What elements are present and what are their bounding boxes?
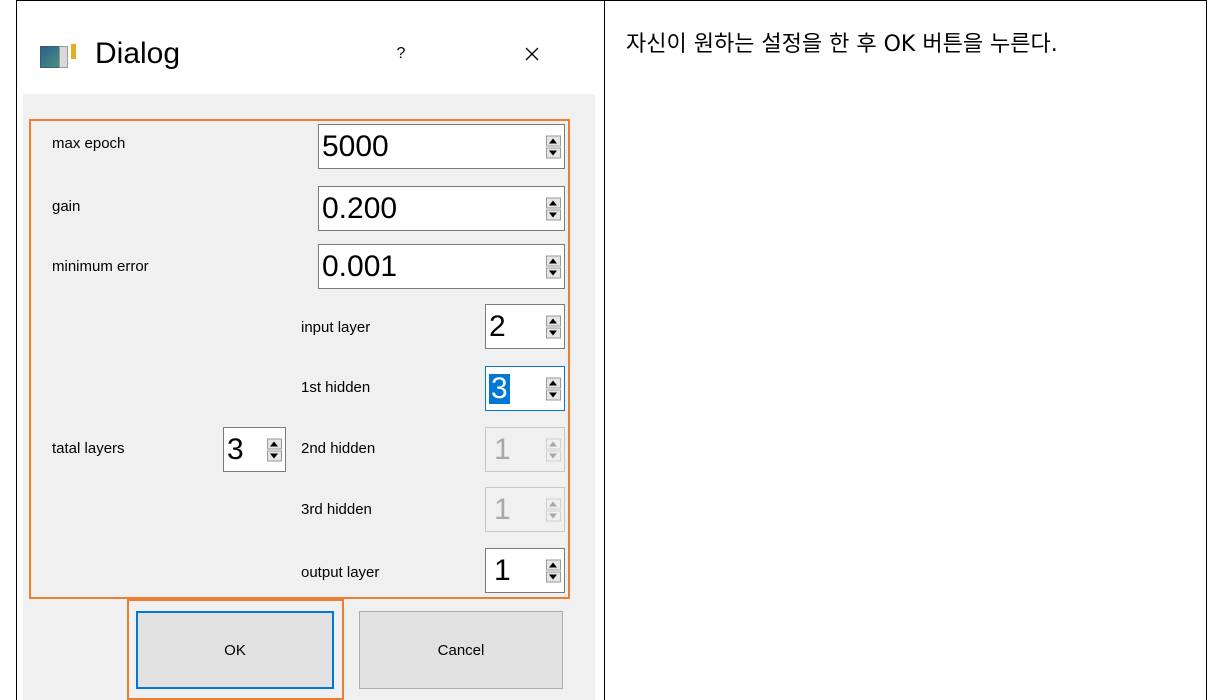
spin-up-icon[interactable] — [546, 315, 561, 326]
hidden-1-label: 1st hidden — [301, 379, 371, 396]
title-bar: Dialog ? — [23, 15, 595, 94]
spin-up-icon[interactable] — [546, 377, 561, 388]
output-layer-value: 1 — [494, 554, 511, 587]
gain-label: gain — [52, 198, 81, 215]
spin-up-icon[interactable] — [546, 197, 561, 208]
minimum-error-value: 0.001 — [322, 250, 398, 283]
spin-down-icon — [546, 510, 561, 521]
cancel-button[interactable]: Cancel — [359, 611, 563, 689]
total-layers-value: 3 — [227, 433, 244, 466]
spin-down-icon[interactable] — [546, 571, 561, 582]
gain-spinbox[interactable]: 0.200 — [318, 186, 565, 231]
input-layer-spinbox[interactable]: 2 — [485, 304, 565, 349]
spin-up-icon[interactable] — [546, 135, 561, 146]
spin-up-icon — [546, 498, 561, 509]
input-layer-value: 2 — [489, 310, 506, 343]
table-border-left — [16, 0, 17, 700]
close-button[interactable] — [517, 39, 547, 69]
max-epoch-label: max epoch — [52, 135, 126, 152]
input-layer-label: input layer — [301, 319, 371, 336]
spin-down-icon[interactable] — [546, 267, 561, 278]
hidden-3-spinbox: 1 — [485, 487, 565, 532]
help-button[interactable]: ? — [391, 45, 411, 69]
spin-down-icon[interactable] — [546, 209, 561, 220]
output-layer-spinbox[interactable]: 1 — [485, 548, 565, 593]
spin-up-icon[interactable] — [267, 438, 282, 449]
spin-down-icon[interactable] — [267, 450, 282, 461]
output-layer-label: output layer — [301, 564, 380, 581]
ok-button[interactable]: OK — [136, 611, 334, 689]
table-border-top — [16, 0, 1207, 1]
instruction-text: 자신이 원하는 설정을 한 후 OK 버튼을 누른다. — [626, 32, 1058, 57]
hidden-2-label: 2nd hidden — [301, 440, 376, 457]
dialog-title: Dialog — [95, 37, 181, 70]
close-icon — [525, 47, 539, 61]
spin-down-icon — [546, 450, 561, 461]
gain-value: 0.200 — [322, 192, 398, 225]
max-epoch-value: 5000 — [322, 130, 389, 163]
spin-up-icon — [546, 438, 561, 449]
spin-up-icon[interactable] — [546, 255, 561, 266]
spin-down-icon[interactable] — [546, 389, 561, 400]
table-border-right — [1206, 0, 1207, 700]
table-border-middle — [604, 0, 605, 700]
minimum-error-spinbox[interactable]: 0.001 — [318, 244, 565, 289]
spin-down-icon[interactable] — [546, 327, 561, 338]
spin-up-icon[interactable] — [546, 559, 561, 570]
hidden-1-spinbox[interactable]: 3 — [485, 366, 565, 411]
minimum-error-label: minimum error — [52, 258, 149, 275]
hidden-3-label: 3rd hidden — [301, 501, 372, 518]
total-layers-spinbox[interactable]: 3 — [223, 427, 286, 472]
app-icon — [40, 42, 77, 69]
spin-down-icon[interactable] — [546, 147, 561, 158]
total-layers-label: tatal layers — [52, 440, 125, 457]
hidden-1-value: 3 — [489, 372, 510, 405]
hidden-3-value: 1 — [494, 493, 511, 526]
max-epoch-spinbox[interactable]: 5000 — [318, 124, 565, 169]
hidden-2-spinbox: 1 — [485, 427, 565, 472]
dialog-window: Dialog ? max epoch 5000 gain 0.200 minim… — [23, 15, 595, 700]
hidden-2-value: 1 — [494, 433, 511, 466]
